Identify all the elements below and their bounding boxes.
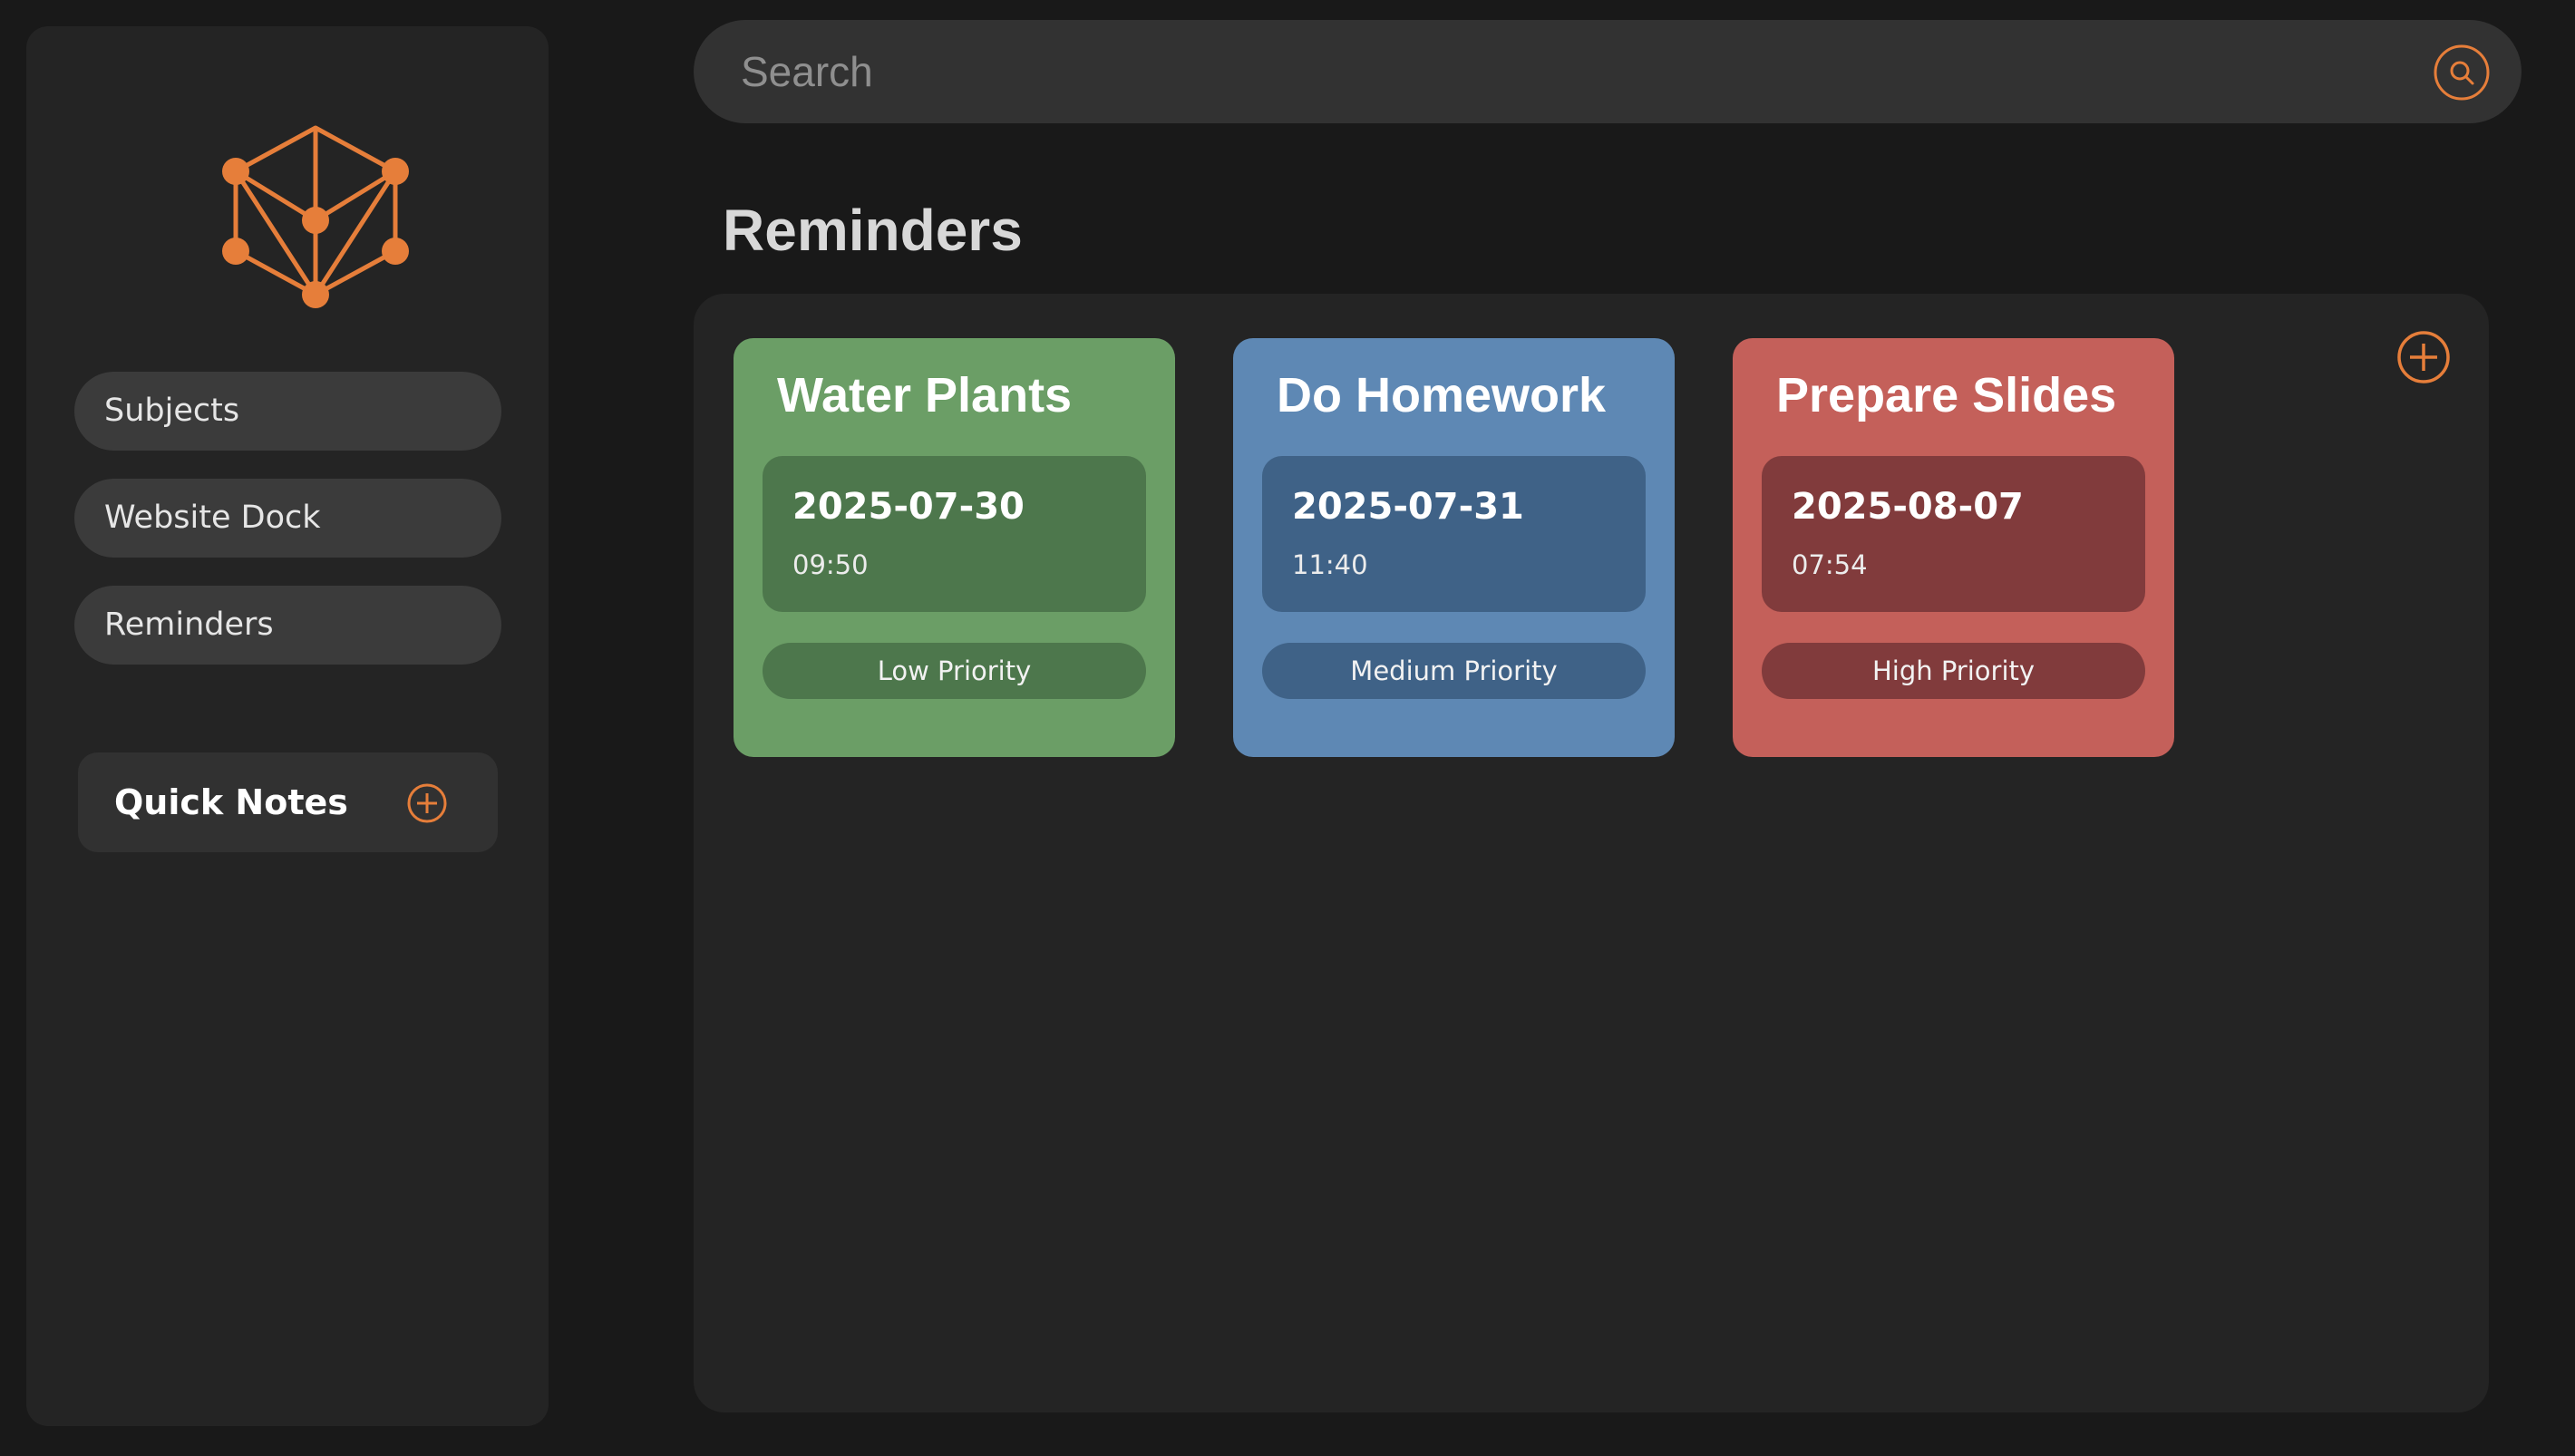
search-input[interactable] (739, 20, 2416, 123)
reminder-card[interactable]: Water Plants 2025-07-30 09:50 Low Priori… (734, 338, 1175, 757)
quick-notes-label: Quick Notes (114, 782, 348, 822)
reminder-title: Prepare Slides (1776, 368, 2117, 422)
reminder-date: 2025-07-30 (792, 486, 1025, 528)
hexagon-network-icon (214, 117, 417, 320)
reminder-datetime: 2025-07-30 09:50 (763, 456, 1146, 612)
add-quick-note-button[interactable] (406, 782, 448, 824)
reminder-datetime: 2025-07-31 11:40 (1262, 456, 1646, 612)
reminder-time: 11:40 (1292, 549, 1368, 580)
plus-circle-icon (407, 783, 447, 823)
reminder-title: Water Plants (777, 368, 1073, 422)
sidebar-item-website-dock[interactable]: Website Dock (74, 479, 501, 558)
search-bar (694, 20, 2522, 123)
priority-badge: Medium Priority (1262, 643, 1646, 699)
page-title: Reminders (723, 198, 1023, 263)
search-icon (2434, 44, 2490, 101)
reminder-time: 07:54 (1792, 549, 1868, 580)
plus-circle-icon (2397, 331, 2450, 383)
quick-notes: Quick Notes (78, 752, 498, 852)
reminder-title: Do Homework (1277, 368, 1607, 422)
priority-badge: High Priority (1762, 643, 2145, 699)
reminder-date: 2025-07-31 (1292, 486, 1524, 528)
sidebar: Subjects Website Dock Reminders Quick No… (26, 26, 549, 1426)
reminder-card[interactable]: Prepare Slides 2025-08-07 07:54 High Pri… (1733, 338, 2174, 757)
priority-badge: Low Priority (763, 643, 1146, 699)
add-reminder-button[interactable] (2396, 330, 2451, 384)
sidebar-item-subjects[interactable]: Subjects (74, 372, 501, 451)
search-button[interactable] (2433, 44, 2491, 102)
reminder-date: 2025-08-07 (1792, 486, 2024, 528)
reminders-panel: Water Plants 2025-07-30 09:50 Low Priori… (694, 294, 2489, 1412)
reminder-datetime: 2025-08-07 07:54 (1762, 456, 2145, 612)
sidebar-item-reminders[interactable]: Reminders (74, 586, 501, 665)
reminder-card[interactable]: Do Homework 2025-07-31 11:40 Medium Prio… (1233, 338, 1675, 757)
reminder-time: 09:50 (792, 549, 869, 580)
